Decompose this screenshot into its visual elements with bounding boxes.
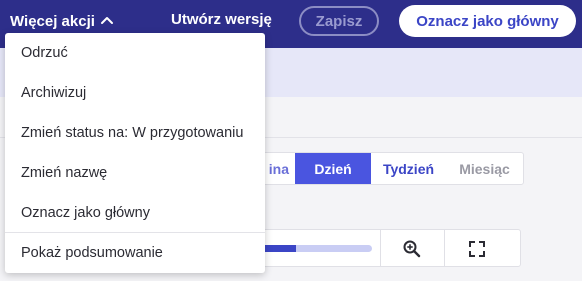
toolbar-divider [444,230,445,266]
timeline-toolbar [245,229,521,267]
zoom-in-icon[interactable] [402,239,422,259]
toolbar-divider [380,230,381,266]
mark-as-primary-button[interactable]: Oznacz jako główny [399,5,576,37]
menu-item-reject[interactable]: Odrzuć [5,33,265,73]
view-option-day[interactable]: Dzień [295,153,371,184]
more-actions-dropdown-toggle[interactable]: Więcej akcji [10,11,114,31]
fullscreen-icon[interactable] [468,240,486,258]
menu-item-show-summary[interactable]: Pokaż podsumowanie [5,233,265,273]
chevron-up-icon [100,17,113,24]
menu-item-mark-primary[interactable]: Oznacz jako główny [5,193,265,233]
view-option-week[interactable]: Tydzień [371,153,446,184]
save-button[interactable]: Zapisz [299,6,379,36]
menu-item-rename[interactable]: Zmień nazwę [5,153,265,193]
view-switcher: ina Dzień Tydzień Miesiąc [245,152,524,185]
create-version-button[interactable]: Utwórz wersję [171,11,272,28]
more-actions-label: Więcej akcji [10,12,95,30]
more-actions-menu: Odrzuć Archiwizuj Zmień status na: W prz… [5,33,265,273]
view-option-month[interactable]: Miesiąc [446,153,523,184]
menu-item-change-status[interactable]: Zmień status na: W przygotowaniu [5,113,265,153]
menu-item-archive[interactable]: Archiwizuj [5,73,265,113]
